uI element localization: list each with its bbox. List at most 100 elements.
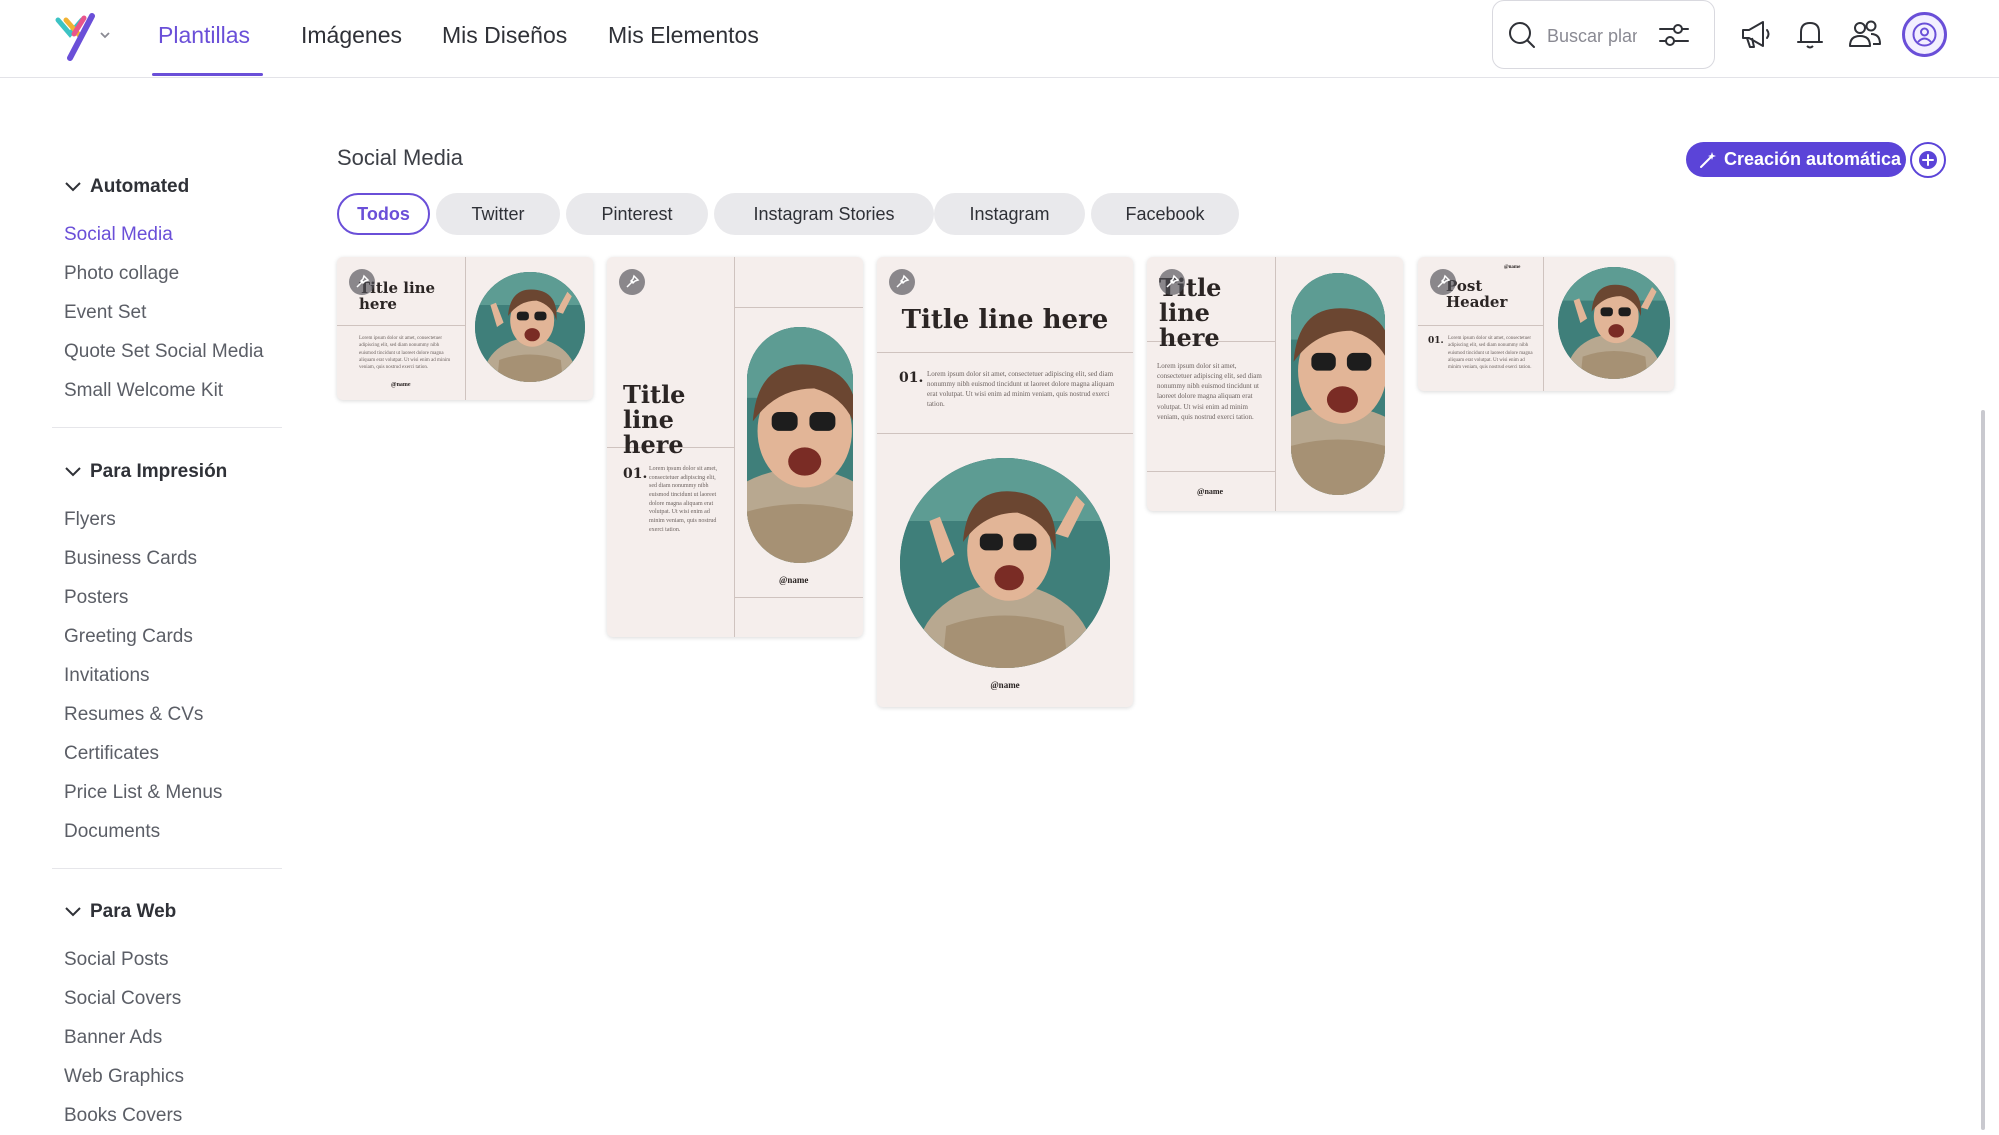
sidebar-item-welcome-kit[interactable]: Small Welcome Kit (64, 380, 223, 402)
template-photo (475, 272, 585, 382)
filter-icon[interactable] (1657, 19, 1691, 51)
search-icon (1509, 22, 1535, 48)
tab-mis-elementos[interactable]: Mis Elementos (608, 0, 759, 78)
template-card[interactable]: Title line here Lorem ipsum dolor sit am… (1147, 257, 1403, 511)
section-title: Para Impresión (90, 461, 228, 482)
sidebar-item-greeting-cards[interactable]: Greeting Cards (64, 626, 193, 648)
pin-icon[interactable] (1159, 269, 1185, 295)
sidebar-item-invitations[interactable]: Invitations (64, 665, 150, 687)
sidebar-item-social-covers[interactable]: Social Covers (64, 988, 181, 1010)
template-body: Lorem ipsum dolor sit amet, consectetuer… (1448, 336, 1533, 370)
divider (1147, 471, 1275, 472)
chip-instagram[interactable]: Instagram (934, 193, 1085, 235)
divider (1543, 257, 1544, 391)
sidebar-item-social-media[interactable]: Social Media (64, 224, 173, 246)
template-photo (747, 327, 853, 563)
template-photo (900, 458, 1110, 668)
active-tab-indicator (152, 73, 263, 76)
sidebar-item-certificates[interactable]: Certificates (64, 743, 159, 765)
chip-todos[interactable]: Todos (337, 193, 430, 235)
template-body: Lorem ipsum dolor sit amet, consectetuer… (359, 336, 451, 370)
template-number: 01. (899, 370, 924, 386)
template-number: 01. (1428, 336, 1444, 346)
page-title: Social Media (337, 145, 463, 170)
template-photo (1558, 267, 1670, 379)
sidebar-item-quote-set[interactable]: Quote Set Social Media (64, 341, 264, 363)
auto-create-button[interactable]: Creación automática (1686, 142, 1906, 177)
chip-twitter[interactable]: Twitter (436, 193, 560, 235)
template-handle: @name (990, 680, 1020, 690)
chip-instagram-stories[interactable]: Instagram Stories (714, 193, 934, 235)
plus-icon (1922, 154, 1934, 166)
divider (337, 325, 465, 326)
divider (734, 257, 735, 637)
top-bar: Plantillas Imágenes Mis Diseños Mis Elem… (0, 0, 1999, 78)
pin-icon[interactable] (1430, 269, 1456, 295)
sidebar-item-price-list[interactable]: Price List & Menus (64, 782, 222, 804)
sidebar-item-resumes[interactable]: Resumes & CVs (64, 704, 203, 726)
sidebar-item-business-cards[interactable]: Business Cards (64, 548, 197, 570)
chevron-down-icon (65, 907, 81, 917)
template-body: Lorem ipsum dolor sit amet, consectetuer… (927, 370, 1115, 409)
divider (52, 427, 282, 428)
template-number: 01. (623, 466, 648, 482)
section-automated[interactable]: Automated (64, 172, 189, 202)
magic-icon (1700, 152, 1716, 168)
sidebar-item-social-posts[interactable]: Social Posts (64, 949, 169, 971)
divider (734, 597, 863, 598)
team-icon[interactable] (1847, 16, 1883, 52)
template-handle: @name (1504, 265, 1521, 270)
pin-icon[interactable] (889, 269, 915, 295)
sidebar-item-photo-collage[interactable]: Photo collage (64, 263, 179, 285)
sidebar-item-web-graphics[interactable]: Web Graphics (64, 1066, 184, 1088)
template-body: Lorem ipsum dolor sit amet, consectetuer… (649, 466, 718, 533)
divider (877, 352, 1133, 353)
sidebar-item-event-set[interactable]: Event Set (64, 302, 146, 324)
section-title: Para Web (90, 901, 177, 922)
sidebar-item-books-covers[interactable]: Books Covers (64, 1105, 182, 1127)
tab-mis-disenos[interactable]: Mis Diseños (442, 0, 567, 78)
search-input[interactable] (1547, 21, 1637, 51)
bell-icon[interactable] (1792, 16, 1828, 52)
section-title: Automated (90, 176, 190, 197)
auto-create-label: Creación automática (1724, 149, 1902, 169)
divider (1275, 257, 1276, 511)
tab-imagenes[interactable]: Imágenes (301, 0, 402, 78)
pin-icon[interactable] (619, 269, 645, 295)
template-handle: @name (1197, 487, 1224, 496)
template-title: Post Header (1446, 277, 1508, 311)
chip-facebook[interactable]: Facebook (1091, 193, 1239, 235)
template-handle: @name (391, 382, 411, 388)
template-title: Title line here (623, 380, 686, 460)
template-title: Title line here (901, 305, 1109, 335)
divider (877, 433, 1133, 434)
chevron-down-icon[interactable] (98, 28, 112, 42)
sidebar: Automated Social Media Photo collage Eve… (0, 78, 300, 1135)
tab-plantillas[interactable]: Plantillas (158, 0, 250, 78)
section-para-impresion[interactable]: Para Impresión (64, 457, 227, 487)
add-button[interactable] (1910, 142, 1946, 178)
section-para-web[interactable]: Para Web (64, 897, 176, 927)
sidebar-item-flyers[interactable]: Flyers (64, 509, 116, 531)
template-card[interactable]: Title line here Lorem ipsum dolor sit am… (337, 257, 593, 400)
template-card[interactable]: Title line here 01. Lorem ipsum dolor si… (607, 257, 863, 637)
avatar[interactable] (1902, 12, 1947, 57)
sidebar-item-documents[interactable]: Documents (64, 821, 160, 843)
divider (52, 868, 282, 869)
template-body: Lorem ipsum dolor sit amet, consectetuer… (1157, 362, 1262, 421)
sidebar-item-banner-ads[interactable]: Banner Ads (64, 1027, 162, 1049)
chip-pinterest[interactable]: Pinterest (566, 193, 708, 235)
scrollbar-thumb[interactable] (1981, 410, 1985, 1130)
template-card[interactable]: Title line here 01. Lorem ipsum dolor si… (877, 257, 1133, 707)
pin-icon[interactable] (349, 269, 375, 295)
sidebar-item-posters[interactable]: Posters (64, 587, 128, 609)
megaphone-icon[interactable] (1737, 16, 1773, 52)
search-box (1492, 0, 1715, 69)
template-handle: @name (779, 575, 809, 585)
divider (734, 307, 863, 308)
divider (465, 257, 466, 400)
user-icon (1912, 22, 1937, 47)
template-card[interactable]: @name Post Header 01. Lorem ipsum dolor … (1418, 257, 1674, 391)
template-photo (1291, 273, 1385, 495)
divider (1418, 325, 1543, 326)
